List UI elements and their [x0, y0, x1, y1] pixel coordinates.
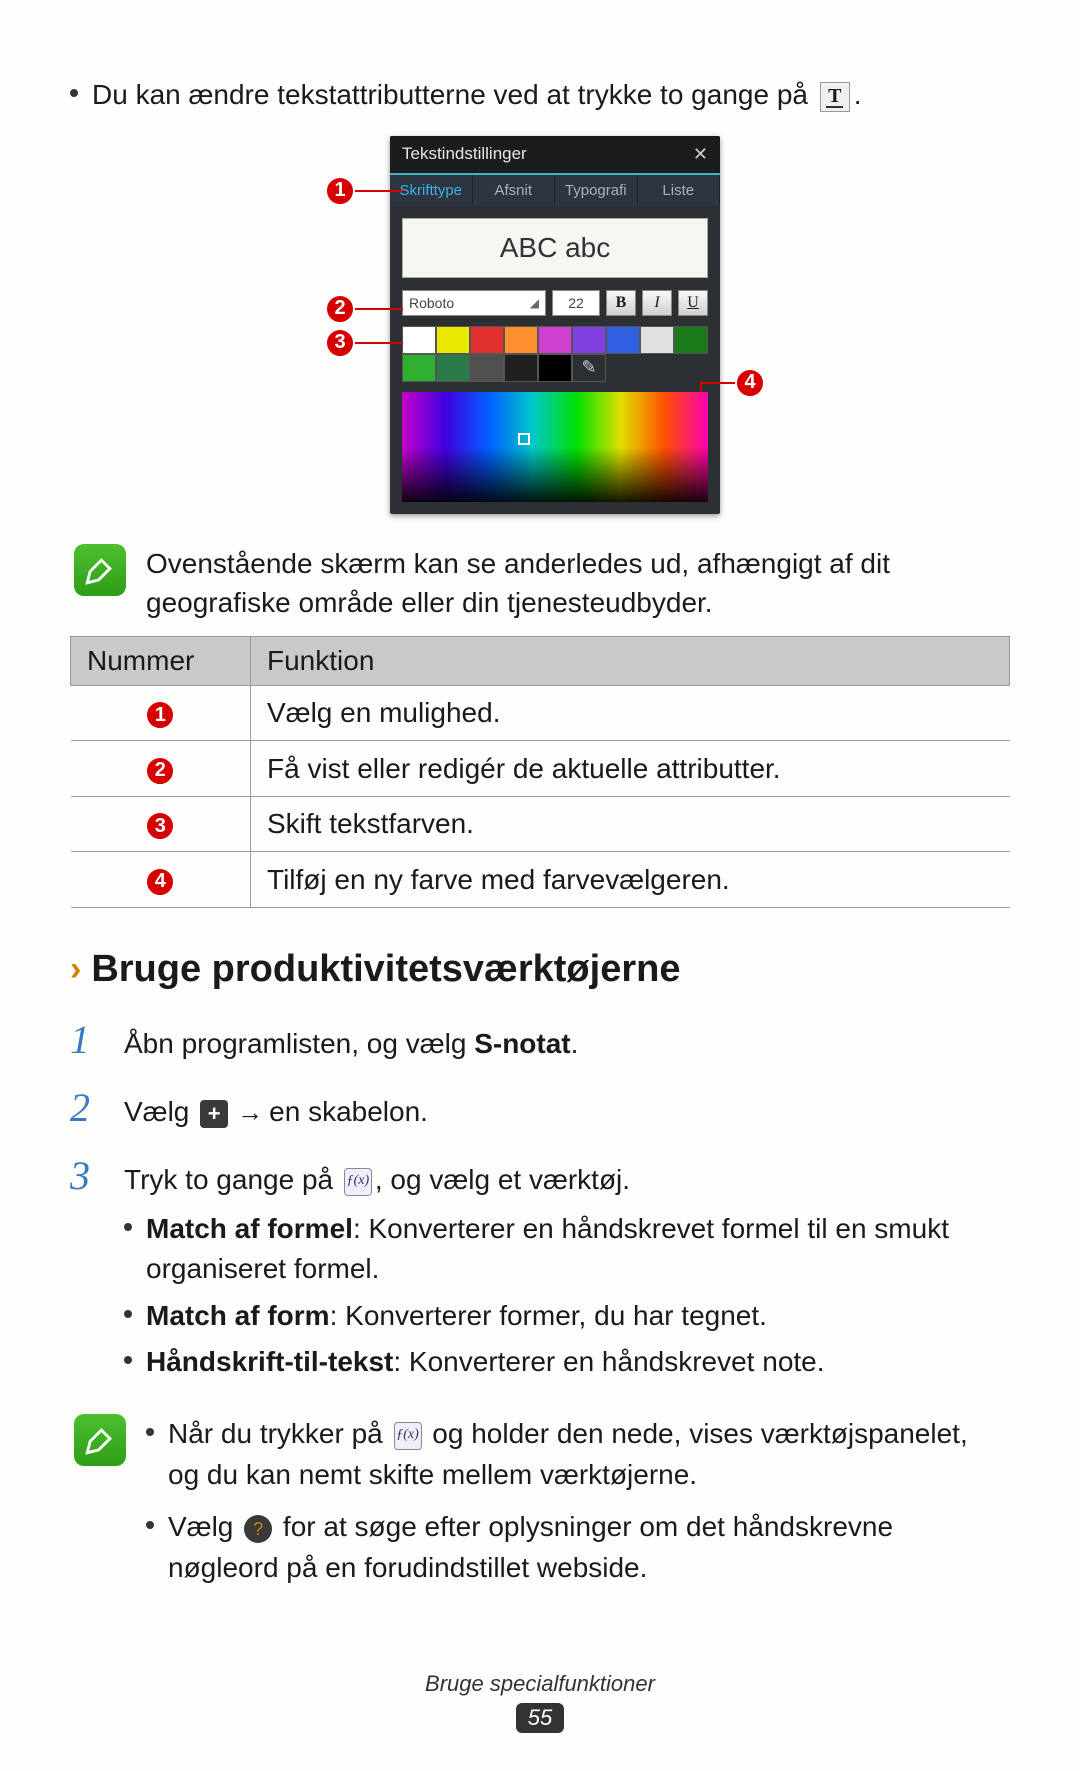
text-preview: ABC abc: [402, 218, 708, 278]
step-text: Vælg +→en skabelon.: [124, 1092, 1010, 1133]
bullet-dot-icon: [124, 1310, 132, 1318]
step-2: 2 Vælg +→en skabelon.: [70, 1079, 1010, 1137]
plus-icon: +: [200, 1100, 228, 1128]
font-select[interactable]: Roboto◢: [402, 290, 546, 316]
color-swatches: ✎: [402, 326, 708, 382]
bullet-dot-icon: [124, 1356, 132, 1364]
table-header-number: Nummer: [71, 636, 251, 685]
row-text: Tilføj en ny farve med farvevælgeren.: [251, 852, 1010, 908]
dialog-titlebar: Tekstindstillinger ✕: [390, 136, 720, 175]
eyedropper-icon[interactable]: ✎: [572, 354, 606, 382]
color-swatch[interactable]: [470, 326, 504, 354]
color-swatch[interactable]: [402, 354, 436, 382]
color-swatch[interactable]: [572, 326, 606, 354]
step-3: 3 Tryk to gange på ƒ(x), og vælg et værk…: [70, 1147, 1010, 1389]
color-swatch[interactable]: [402, 326, 436, 354]
intro-text: Du kan ændre tekstattributterne ved at t…: [92, 75, 862, 116]
row-text: Vælg en mulighed.: [251, 685, 1010, 741]
dialog-tabs: Skrifttype Afsnit Typografi Liste: [390, 175, 720, 206]
function-table: Nummer Funktion 1 Vælg en mulighed. 2 Få…: [70, 636, 1010, 908]
footer-section-title: Bruge specialfunktioner: [0, 1671, 1080, 1697]
chevron-down-icon: ◢: [530, 296, 539, 310]
color-swatch[interactable]: [470, 354, 504, 382]
tab-list[interactable]: Liste: [638, 175, 721, 206]
step-text: Tryk to gange på ƒ(x), og vælg et værktø…: [124, 1160, 1010, 1389]
callout-badge-1: 1: [325, 176, 355, 206]
size-select[interactable]: 22: [552, 290, 600, 316]
row-text: Få vist eller redigér de aktuelle attrib…: [251, 741, 1010, 797]
step-number: 2: [70, 1079, 106, 1137]
bold-button[interactable]: B: [606, 290, 636, 316]
gradient-cursor-icon: [518, 433, 530, 445]
callout-badge-2: 2: [325, 294, 355, 324]
row-badge: 3: [145, 811, 175, 841]
gradient-picker[interactable]: [402, 392, 708, 502]
row-text: Skift tekstfarven.: [251, 796, 1010, 852]
color-swatch[interactable]: [436, 354, 470, 382]
fx-icon: ƒ(x): [394, 1422, 422, 1450]
callout-leader: [355, 308, 403, 310]
bullet-dot-icon: [70, 89, 78, 97]
bullet-dot-icon: [146, 1521, 154, 1529]
tab-typography[interactable]: Typografi: [555, 175, 638, 206]
step-number: 3: [70, 1147, 106, 1205]
note-icon: [74, 544, 126, 596]
color-swatch[interactable]: [436, 326, 470, 354]
bullet-dot-icon: [124, 1223, 132, 1231]
search-globe-icon: ?: [244, 1515, 272, 1543]
callout-badge-4: 4: [735, 368, 765, 398]
row-badge: 2: [145, 756, 175, 786]
text-settings-screenshot: 1 2 3 4 Tekstindstillinger ✕ Skrifttype …: [325, 136, 755, 514]
row-badge: 4: [145, 867, 175, 897]
close-icon[interactable]: ✕: [693, 144, 708, 165]
tool-bullet: Match af formel: Konverterer en håndskre…: [124, 1209, 1010, 1290]
row-badge: 1: [145, 700, 175, 730]
table-row: 4 Tilføj en ny farve med farvevælgeren.: [71, 852, 1010, 908]
table-row: 1 Vælg en mulighed.: [71, 685, 1010, 741]
intro-bullet: Du kan ændre tekstattributterne ved at t…: [70, 75, 1010, 116]
color-swatch[interactable]: [606, 326, 640, 354]
bullet-dot-icon: [146, 1428, 154, 1436]
table-row: 3 Skift tekstfarven.: [71, 796, 1010, 852]
step-text: Åbn programlisten, og vælg S-notat.: [124, 1024, 1010, 1065]
color-swatch[interactable]: [538, 326, 572, 354]
note-text: Ovenstående skærm kan se anderledes ud, …: [146, 544, 1006, 622]
callout-leader: [700, 382, 735, 384]
text-tool-icon: T: [820, 82, 850, 112]
chevron-right-icon: ›: [70, 950, 81, 989]
note-icon: [74, 1414, 126, 1466]
table-row: 2 Få vist eller redigér de aktuelle attr…: [71, 741, 1010, 797]
step-number: 1: [70, 1011, 106, 1069]
color-swatch[interactable]: [674, 326, 708, 354]
fx-icon: ƒ(x): [344, 1168, 372, 1196]
color-swatch[interactable]: [504, 354, 538, 382]
arrow-right-icon: →: [237, 1097, 263, 1127]
italic-button[interactable]: I: [642, 290, 672, 316]
page-number: 55: [516, 1703, 564, 1733]
note-box: Ovenstående skærm kan se anderledes ud, …: [70, 544, 1010, 622]
note-box: Når du trykker på ƒ(x) og holder den ned…: [70, 1414, 1010, 1608]
dialog-title: Tekstindstillinger: [402, 144, 527, 164]
callout-leader: [355, 190, 403, 192]
table-header-function: Funktion: [251, 636, 1010, 685]
tool-bullet: Match af form: Konverterer former, du ha…: [124, 1296, 1010, 1337]
callout-badge-3: 3: [325, 328, 355, 358]
tab-paragraph[interactable]: Afsnit: [473, 175, 556, 206]
font-row: Roboto◢ 22 B I U: [390, 290, 720, 326]
color-swatch[interactable]: [504, 326, 538, 354]
underline-button[interactable]: U: [678, 290, 708, 316]
callout-leader: [355, 342, 403, 344]
color-swatch[interactable]: [640, 326, 674, 354]
step-1: 1 Åbn programlisten, og vælg S-notat.: [70, 1011, 1010, 1069]
section-heading: › Bruge produktivitetsværktøjerne: [70, 948, 1010, 991]
page-footer: Bruge specialfunktioner 55: [0, 1671, 1080, 1733]
note-text: Når du trykker på ƒ(x) og holder den ned…: [146, 1414, 1006, 1608]
color-swatch[interactable]: [538, 354, 572, 382]
tool-bullet: Håndskrift-til-tekst: Konverterer en hån…: [124, 1342, 1010, 1383]
text-settings-dialog: Tekstindstillinger ✕ Skrifttype Afsnit T…: [390, 136, 720, 514]
